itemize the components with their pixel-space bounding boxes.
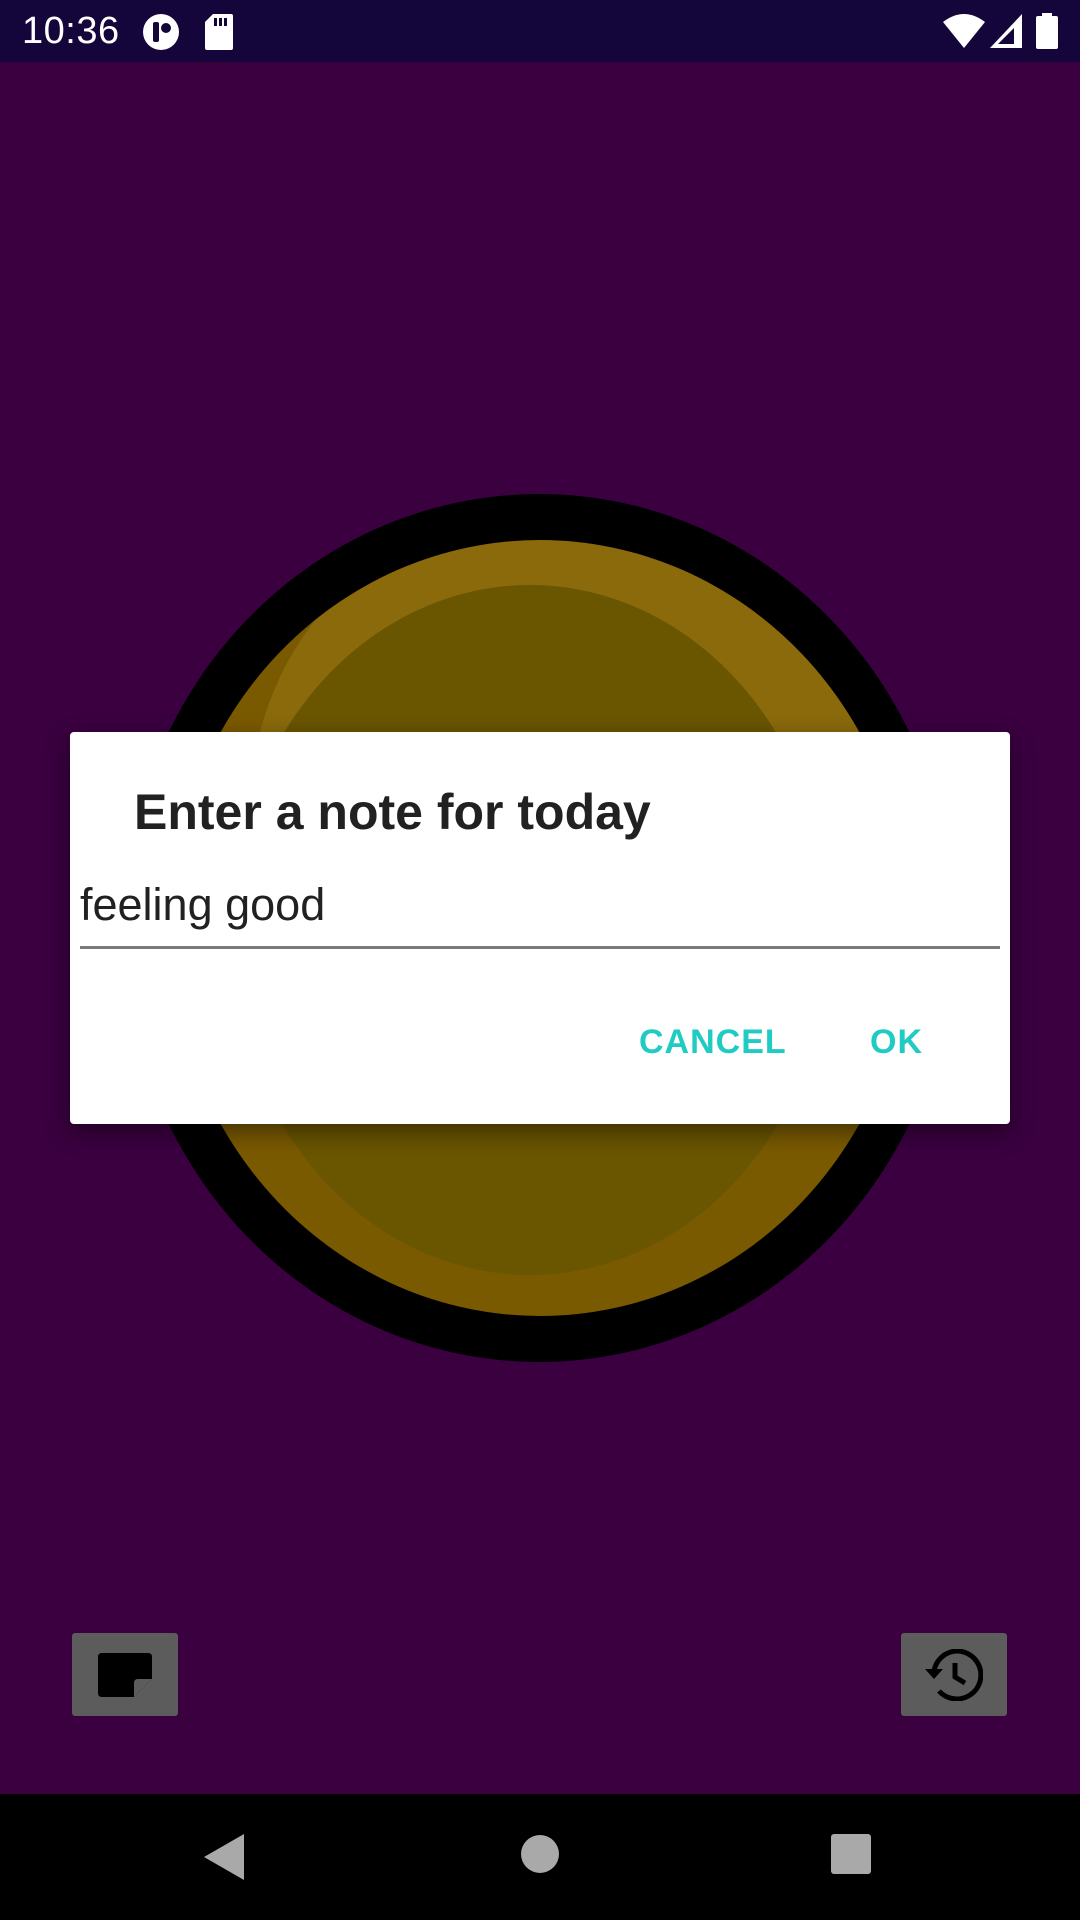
- app-notification-icon: [143, 14, 179, 50]
- status-time: 10:36: [22, 10, 120, 52]
- signal-icon: [990, 14, 1022, 48]
- sd-card-icon: [205, 14, 233, 50]
- recents-icon[interactable]: [831, 1834, 871, 1874]
- note-icon: [98, 1652, 152, 1697]
- history-icon: [925, 1648, 983, 1701]
- home-icon[interactable]: [520, 1834, 560, 1874]
- dialog-title: Enter a note for today: [134, 784, 651, 840]
- note-button[interactable]: [72, 1633, 178, 1716]
- wifi-icon: [943, 14, 985, 48]
- back-icon[interactable]: [204, 1834, 244, 1880]
- app-screen: 10:36 Enter a note for today feeling goo…: [0, 0, 1080, 1920]
- cancel-button[interactable]: CANCEL: [639, 1020, 787, 1064]
- note-dialog: Enter a note for today CANCEL OK: [70, 732, 1010, 1124]
- history-button[interactable]: [901, 1633, 1007, 1716]
- status-bar: 10:36: [0, 0, 1080, 62]
- note-input[interactable]: [80, 872, 1000, 949]
- ok-button[interactable]: OK: [870, 1020, 923, 1064]
- navigation-bar: [0, 1794, 1080, 1920]
- battery-icon: [1036, 13, 1058, 49]
